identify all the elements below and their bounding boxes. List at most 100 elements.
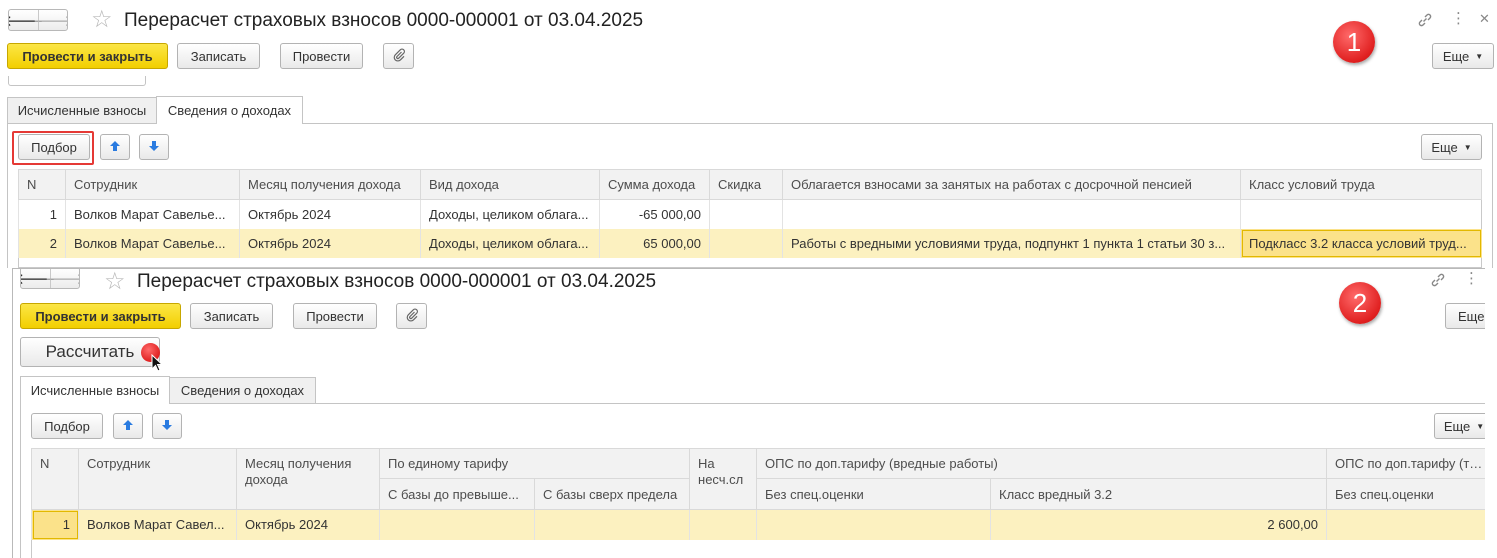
tab-calculated-contributions[interactable]: Исчисленные взносы bbox=[7, 97, 157, 123]
window-title: Перерасчет страховых взносов 0000-000001… bbox=[137, 271, 657, 292]
chevron-down-icon: ▼ bbox=[1475, 51, 1484, 61]
cell-month[interactable]: Октябрь 2024 bbox=[239, 199, 421, 229]
pick-button[interactable]: Подбор bbox=[31, 413, 103, 439]
col-n[interactable]: N bbox=[31, 448, 79, 510]
step-badge-1: 1 bbox=[1333, 21, 1375, 63]
mouse-cursor-icon bbox=[151, 353, 164, 375]
tab-income-info[interactable]: Сведения о доходах bbox=[169, 377, 316, 403]
tab-income-info[interactable]: Сведения о доходах bbox=[156, 96, 303, 124]
col-group-single-tariff[interactable]: По единому тарифу bbox=[378, 448, 691, 479]
star-icon[interactable]: ☆ bbox=[91, 8, 113, 32]
tab-more-button[interactable]: Еще ▼ bbox=[1421, 134, 1482, 160]
arrow-up-icon bbox=[109, 139, 121, 155]
cell-income-type[interactable]: Доходы, целиком облага... bbox=[420, 228, 600, 258]
col-month[interactable]: Месяц получения дохода bbox=[239, 169, 421, 200]
more-vertical-icon[interactable]: ⋮ bbox=[1464, 271, 1479, 287]
cell-n[interactable]: 2 bbox=[18, 228, 66, 258]
window-title: Перерасчет страховых взносов 0000-000001… bbox=[124, 10, 644, 31]
move-up-button[interactable] bbox=[100, 134, 130, 160]
col-work-class[interactable]: Класс условий труда bbox=[1240, 169, 1482, 200]
chevron-down-icon: ▼ bbox=[1463, 142, 1472, 152]
col-base-below[interactable]: С базы до превыше... bbox=[379, 478, 535, 510]
save-button[interactable]: Записать bbox=[190, 303, 273, 329]
save-button[interactable]: Записать bbox=[177, 43, 260, 69]
contributions-table: N Сотрудник Месяц получения дохода По ед… bbox=[31, 448, 1485, 540]
move-up-button[interactable] bbox=[113, 413, 143, 439]
tab-divider bbox=[170, 403, 1485, 404]
cell-work-class[interactable]: Подкласс 3.2 класса условий труд... bbox=[1240, 228, 1482, 258]
col-base-above[interactable]: С базы сверх предела bbox=[533, 478, 691, 510]
cell-income-type[interactable]: Доходы, целиком облага... bbox=[420, 199, 600, 229]
col-no-special-heavy[interactable]: Без спец.оценки bbox=[1326, 478, 1485, 510]
cell-work-class[interactable] bbox=[1240, 199, 1482, 229]
col-discount[interactable]: Скидка bbox=[709, 169, 783, 200]
calculate-button[interactable]: Рассчитать bbox=[20, 337, 160, 367]
cell-employee[interactable]: Волков Марат Савелье... bbox=[65, 199, 240, 229]
forward-arrow-icon[interactable]: 🡒 bbox=[33, 10, 67, 30]
cell-n[interactable]: 1 bbox=[18, 199, 66, 229]
table-row[interactable]: 1 Волков Марат Савел... Октябрь 2024 2 6… bbox=[31, 509, 1485, 540]
cell-employee[interactable]: Волков Марат Савелье... bbox=[65, 228, 240, 258]
more-vertical-icon[interactable]: ⋮ bbox=[1451, 11, 1466, 27]
cell-discount[interactable] bbox=[709, 228, 783, 258]
cell-n[interactable]: 1 bbox=[31, 509, 79, 540]
income-table: N Сотрудник Месяц получения дохода Вид д… bbox=[18, 169, 1482, 258]
cell-no-special-heavy[interactable] bbox=[1326, 509, 1485, 540]
post-and-close-button[interactable]: Провести и закрыть bbox=[7, 43, 168, 69]
col-no-special[interactable]: Без спец.оценки bbox=[756, 478, 992, 510]
link-icon[interactable] bbox=[1430, 272, 1446, 292]
col-n[interactable]: N bbox=[18, 169, 66, 200]
document-window-top: 🡐 🡒 ☆ Перерасчет страховых взносов 0000-… bbox=[0, 0, 1497, 268]
step-badge-2: 2 bbox=[1339, 282, 1381, 324]
post-button[interactable]: Провести bbox=[280, 43, 363, 69]
post-and-close-button[interactable]: Провести и закрыть bbox=[20, 303, 181, 329]
col-group-ops-heavy[interactable]: ОПС по доп.тарифу (тяже bbox=[1326, 448, 1485, 479]
chevron-down-icon: ▼ bbox=[1476, 421, 1485, 431]
cell-discount[interactable] bbox=[709, 199, 783, 229]
col-employee[interactable]: Сотрудник bbox=[78, 448, 237, 510]
arrow-down-icon bbox=[161, 418, 173, 434]
cell-harmful-class[interactable]: 2 600,00 bbox=[990, 509, 1327, 540]
table-row[interactable]: 2 Волков Марат Савелье... Октябрь 2024 Д… bbox=[18, 228, 1482, 258]
cell-month[interactable]: Октябрь 2024 bbox=[239, 228, 421, 258]
cell-early-pension[interactable] bbox=[782, 199, 1241, 229]
table-row[interactable]: 1 Волков Марат Савелье... Октябрь 2024 Д… bbox=[18, 199, 1482, 229]
paperclip-icon bbox=[392, 48, 406, 65]
col-income-sum[interactable]: Сумма дохода bbox=[599, 169, 710, 200]
nav-buttons: 🡐 🡒 bbox=[8, 9, 68, 31]
cell-income-sum[interactable]: -65 000,00 bbox=[599, 199, 710, 229]
star-icon[interactable]: ☆ bbox=[104, 270, 126, 294]
document-window-bottom: 🡐 🡒 ☆ Перерасчет страховых взносов 0000-… bbox=[12, 268, 1485, 558]
tab-panel-border-right bbox=[1492, 123, 1493, 268]
col-harmful-class[interactable]: Класс вредный 3.2 bbox=[990, 478, 1328, 510]
cell-base-above[interactable] bbox=[533, 509, 690, 540]
cell-early-pension[interactable]: Работы с вредными условиями труда, подпу… bbox=[782, 228, 1241, 258]
cell-no-special[interactable] bbox=[756, 509, 991, 540]
cell-month[interactable]: Октябрь 2024 bbox=[236, 509, 380, 540]
col-employee[interactable]: Сотрудник bbox=[65, 169, 240, 200]
highlight-box bbox=[12, 131, 94, 165]
col-income-type[interactable]: Вид дохода bbox=[420, 169, 600, 200]
cell-income-sum[interactable]: 65 000,00 bbox=[599, 228, 710, 258]
col-group-ops-harmful[interactable]: ОПС по доп.тарифу (вредные работы) bbox=[756, 448, 1328, 479]
post-button[interactable]: Провести bbox=[293, 303, 377, 329]
tab-more-button[interactable]: Еще ▼ bbox=[1434, 413, 1485, 439]
more-button[interactable]: Еще ▼ bbox=[1432, 43, 1494, 69]
attach-button[interactable] bbox=[383, 43, 414, 69]
col-minor-accident[interactable]: На несч.сл bbox=[689, 448, 758, 510]
cell-minor-accident[interactable] bbox=[689, 509, 757, 540]
attach-button[interactable] bbox=[396, 303, 427, 329]
col-early-pension[interactable]: Облагается взносами за занятых на работа… bbox=[782, 169, 1241, 200]
move-down-button[interactable] bbox=[139, 134, 169, 160]
col-month[interactable]: Месяц получения дохода bbox=[236, 448, 380, 510]
more-button[interactable]: Еще bbox=[1445, 303, 1485, 329]
close-icon[interactable]: ✕ bbox=[1479, 11, 1490, 27]
move-down-button[interactable] bbox=[152, 413, 182, 439]
cell-base-below[interactable] bbox=[379, 509, 535, 540]
forward-arrow-icon[interactable]: 🡒 bbox=[45, 269, 79, 288]
tab-calculated-contributions[interactable]: Исчисленные взносы bbox=[20, 376, 170, 404]
cell-employee[interactable]: Волков Марат Савел... bbox=[78, 509, 237, 540]
arrow-down-icon bbox=[148, 139, 160, 155]
link-icon[interactable] bbox=[1417, 12, 1433, 32]
tab-more-label: Еще bbox=[1443, 418, 1471, 434]
